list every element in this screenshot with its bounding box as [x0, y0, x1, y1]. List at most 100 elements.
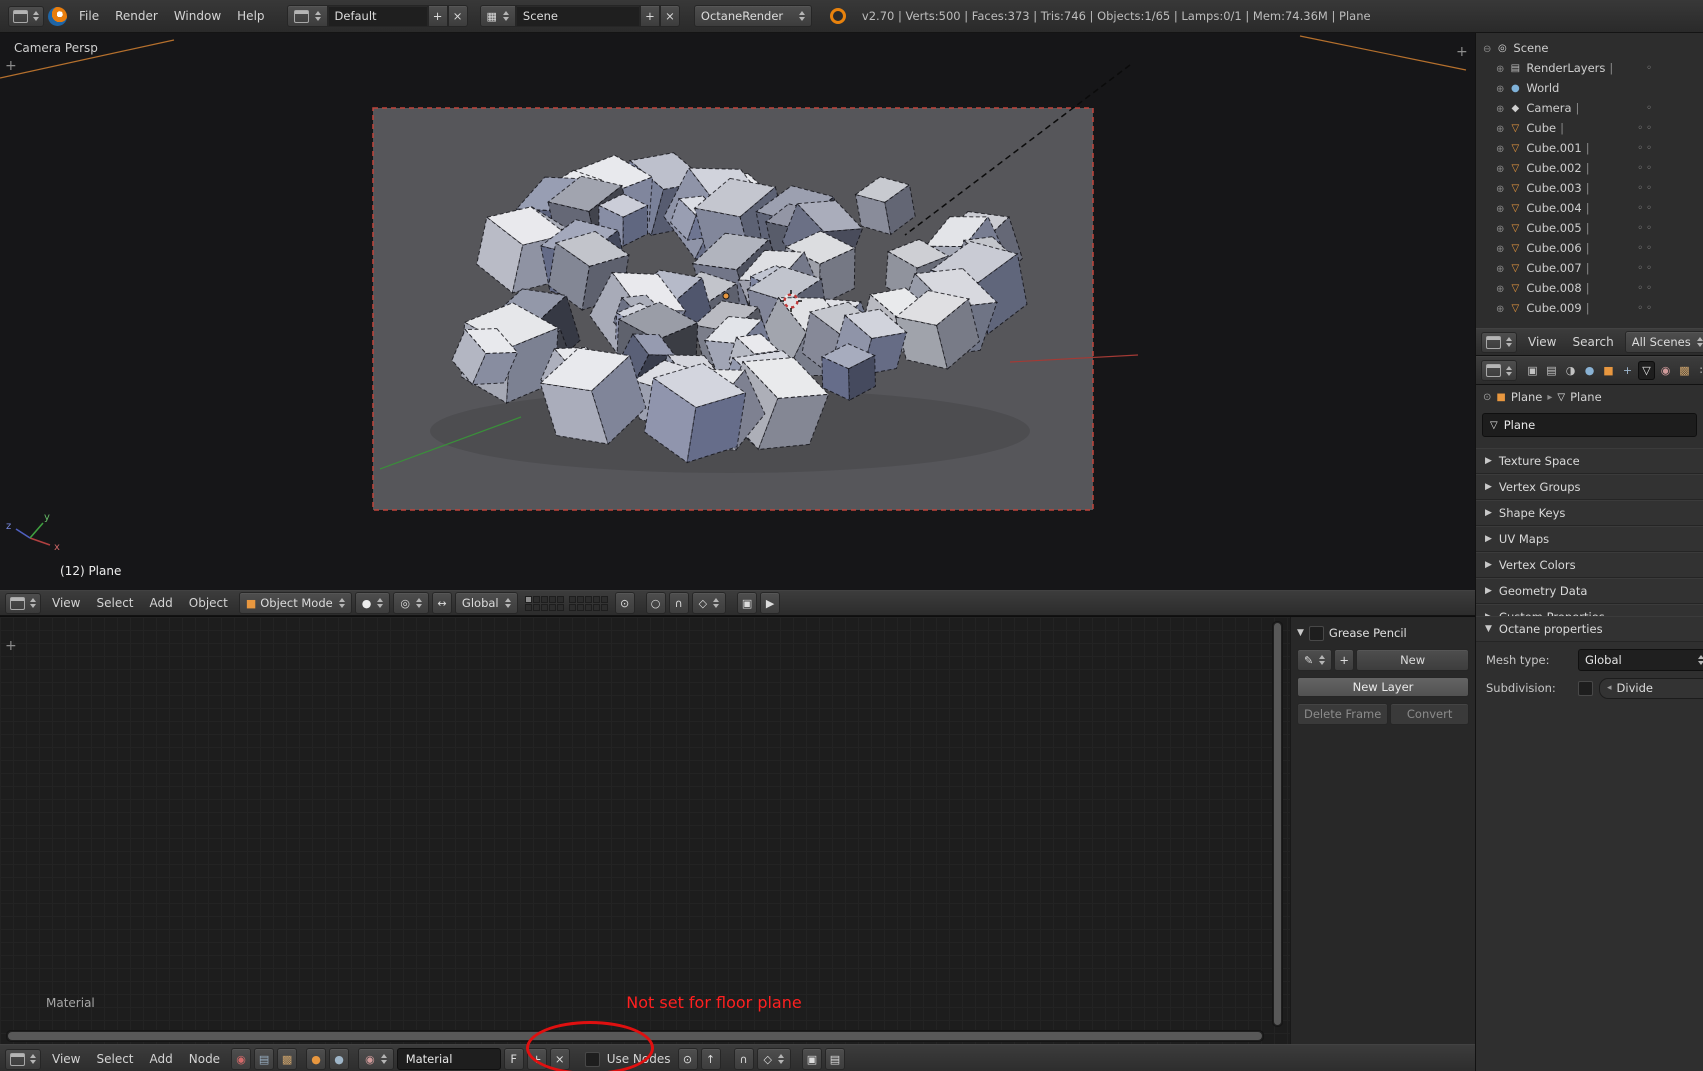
material-name-field[interactable]: Material	[396, 1048, 501, 1070]
expander-icon[interactable]	[1496, 81, 1504, 95]
screen-layout-browse-button[interactable]	[286, 5, 328, 27]
menu-item[interactable]: Help	[229, 9, 272, 23]
viewport-canvas[interactable]: x y z	[0, 33, 1475, 592]
properties-tab[interactable]: ∷	[1695, 361, 1703, 380]
outliner-row[interactable]: Cube.009 |	[1479, 298, 1701, 318]
region-expand-icon[interactable]: +	[5, 59, 17, 73]
properties-tab[interactable]: ■	[1600, 361, 1617, 380]
region-expand-icon[interactable]: +	[5, 639, 17, 653]
menu-item[interactable]: Select	[88, 596, 141, 610]
new-layer-button[interactable]: New Layer	[1297, 677, 1469, 697]
panel-header[interactable]: ▶ Texture Space	[1476, 448, 1703, 474]
scene-name[interactable]: Scene	[515, 5, 640, 27]
mesh-type-dropdown[interactable]: Global	[1578, 649, 1703, 671]
panel-header[interactable]: ▶ Geometry Data	[1476, 578, 1703, 604]
expander-icon[interactable]	[1496, 281, 1504, 295]
octane-panel-header[interactable]: ▼ Octane properties	[1476, 616, 1703, 642]
screen-layout-name[interactable]: Default	[327, 5, 428, 27]
node-editor-canvas[interactable]: +	[0, 617, 1290, 1044]
grease-pencil-draw-dropdown[interactable]: ✎	[1297, 649, 1333, 671]
expander-icon[interactable]	[1496, 261, 1504, 275]
add-scene-button[interactable]: +	[639, 5, 660, 27]
grease-pencil-checkbox[interactable]	[1308, 625, 1324, 641]
editor-type-button-properties[interactable]	[1481, 360, 1517, 381]
expander-icon[interactable]	[1496, 241, 1504, 255]
add-screen-layout-button[interactable]: +	[427, 5, 448, 27]
compositing-nodes-tab[interactable]: ▤	[254, 1048, 275, 1070]
menu-item[interactable]: File	[71, 9, 107, 23]
menu-item[interactable]: Render	[107, 9, 166, 23]
scene-browse-button[interactable]: ▦	[479, 5, 516, 27]
proportional-edit-toggle[interactable]: ○	[645, 592, 666, 614]
outliner-row[interactable]: Scene	[1479, 38, 1701, 58]
editor-type-button-info[interactable]	[8, 5, 44, 27]
grease-pencil-new-button[interactable]: New	[1356, 649, 1469, 671]
vertical-scrollbar[interactable]	[1272, 621, 1283, 1027]
menu-item[interactable]: Select	[88, 1052, 141, 1066]
outliner-filter-dropdown[interactable]: All Scenes	[1624, 331, 1703, 353]
opengl-render-anim-button[interactable]: ▶	[760, 592, 781, 614]
expander-icon[interactable]	[1496, 181, 1504, 195]
expander-icon[interactable]	[1483, 41, 1491, 55]
delete-frame-button[interactable]: Delete Frame	[1297, 703, 1389, 725]
outliner-row[interactable]: Cube.008 |	[1479, 278, 1701, 298]
layers-widget[interactable]	[524, 595, 608, 611]
menu-item[interactable]: Object	[181, 596, 236, 610]
properties-tab[interactable]: +	[1619, 361, 1636, 380]
outliner-row[interactable]: Cube |	[1479, 118, 1701, 138]
properties-tab[interactable]: ▩	[1676, 361, 1693, 380]
region-expand-icon[interactable]: +	[1456, 45, 1468, 59]
panel-header[interactable]: ▶ UV Maps	[1476, 526, 1703, 552]
outliner-row[interactable]: Cube.002 |	[1479, 158, 1701, 178]
expander-icon[interactable]	[1496, 141, 1504, 155]
panel-header[interactable]: ▶ Vertex Colors	[1476, 552, 1703, 578]
properties-tab[interactable]: ▤	[1543, 361, 1560, 380]
menu-item[interactable]: View	[1520, 335, 1564, 349]
properties-tab[interactable]: ●	[1581, 361, 1598, 380]
outliner-row[interactable]: Cube.004 |	[1479, 198, 1701, 218]
menu-item[interactable]: Add	[142, 596, 181, 610]
delete-screen-layout-button[interactable]: ×	[447, 5, 468, 27]
panel-expand-icon[interactable]: ▼	[1297, 628, 1304, 638]
outliner-row[interactable]: Cube.007 |	[1479, 258, 1701, 278]
breadcrumb-data[interactable]: Plane	[1570, 390, 1602, 404]
editor-type-button-node[interactable]	[5, 1048, 41, 1070]
layers-grid-1[interactable]	[524, 595, 564, 611]
transform-orientation-dropdown[interactable]: Global	[454, 592, 518, 614]
snap-element-dropdown[interactable]: ◇	[691, 592, 727, 614]
opengl-render-button[interactable]: ▣	[737, 592, 758, 614]
panel-header[interactable]: ▶ Shape Keys	[1476, 500, 1703, 526]
grease-pencil-add-button[interactable]: +	[1334, 649, 1355, 671]
expander-icon[interactable]	[1496, 121, 1504, 135]
expander-icon[interactable]	[1496, 201, 1504, 215]
editor-type-button-3d-view[interactable]	[5, 592, 41, 614]
expander-icon[interactable]	[1496, 61, 1504, 75]
snap-toggle[interactable]: ∩	[733, 1048, 754, 1070]
convert-button[interactable]: Convert	[1390, 703, 1469, 725]
breadcrumb-object[interactable]: Plane	[1511, 390, 1543, 404]
menu-item[interactable]: Search	[1564, 335, 1621, 349]
delete-scene-button[interactable]: ×	[659, 5, 680, 27]
divide-slider[interactable]: ◂ Divide	[1599, 677, 1703, 699]
render-engine-dropdown[interactable]: OctaneRender	[693, 5, 812, 27]
properties-tab[interactable]: ◉	[1657, 361, 1674, 380]
viewport-shading-dropdown[interactable]: ●	[354, 592, 391, 614]
menu-item[interactable]: Node	[181, 1052, 228, 1066]
material-browse-button[interactable]: ◉	[358, 1048, 394, 1070]
subdivision-checkbox[interactable]	[1578, 680, 1593, 696]
world-shader-toggle[interactable]: ●	[329, 1048, 350, 1070]
outliner-row[interactable]: Cube.005 |	[1479, 218, 1701, 238]
parent-node-tree-button[interactable]: ↑	[700, 1048, 721, 1070]
menu-item[interactable]: View	[44, 1052, 88, 1066]
backdrop-toggle[interactable]: ▣	[801, 1048, 822, 1070]
texture-nodes-tab[interactable]: ▩	[277, 1048, 298, 1070]
menu-item[interactable]: Window	[166, 9, 229, 23]
menu-item[interactable]: Add	[142, 1052, 181, 1066]
outliner-row[interactable]: World	[1479, 78, 1701, 98]
outliner-row[interactable]: Cube.003 |	[1479, 178, 1701, 198]
manipulator-toggle[interactable]: ↔	[431, 592, 452, 614]
layers-grid-2[interactable]	[568, 595, 608, 611]
snap-mode-dropdown[interactable]: ◇	[756, 1048, 791, 1070]
properties-tab[interactable]: ◑	[1562, 361, 1579, 380]
lock-camera-toggle[interactable]: ⊙	[614, 592, 635, 614]
